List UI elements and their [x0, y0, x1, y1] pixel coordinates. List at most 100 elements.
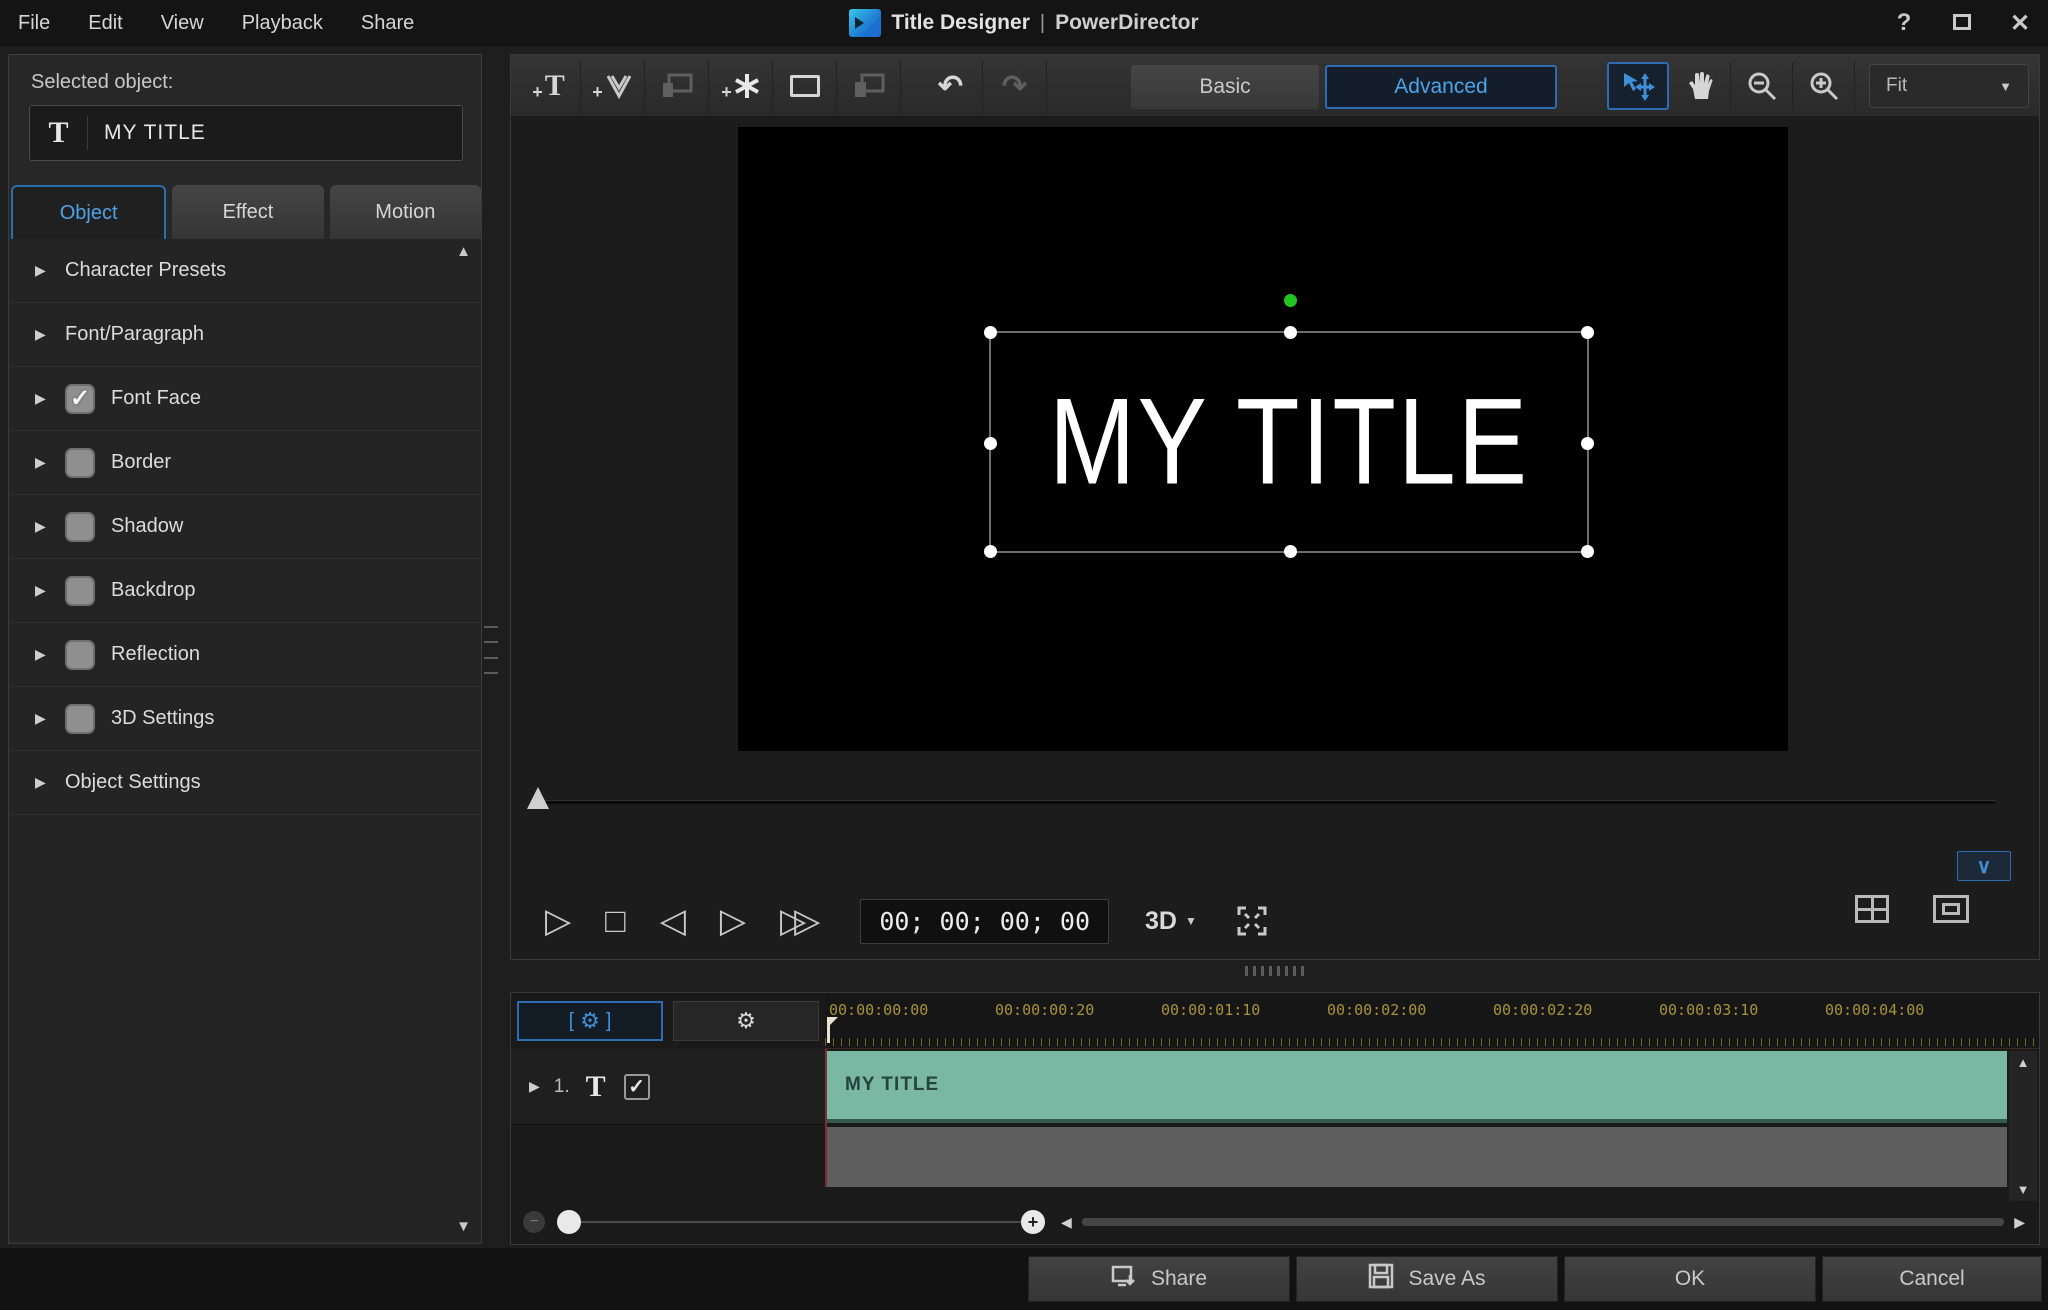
zoom-in-button[interactable] [1793, 62, 1855, 110]
resize-handle-top-center[interactable] [1284, 326, 1297, 339]
section-shadow[interactable]: ▶ ✓ Shadow [11, 495, 481, 559]
reflection-checkbox[interactable]: ✓ [65, 640, 95, 670]
scrollbar-thumb[interactable] [1082, 1218, 2004, 1226]
timeline-splitter-handle[interactable] [1245, 966, 1309, 976]
next-frame-button[interactable]: ▷ [720, 904, 746, 938]
timeline-playhead-flag[interactable] [827, 1017, 837, 1043]
3d-settings-checkbox[interactable]: ✓ [65, 704, 95, 734]
insert-background-button[interactable] [837, 59, 901, 113]
expand-arrow-icon[interactable]: ▶ [35, 710, 65, 727]
timeline-playhead-line[interactable] [825, 1049, 827, 1187]
resize-handle-middle-right[interactable] [1581, 437, 1594, 450]
scroll-right-icon[interactable]: ▶ [2014, 1214, 2025, 1231]
tv-safe-zone-button[interactable] [1933, 895, 1969, 923]
section-backdrop[interactable]: ▶ ✓ Backdrop [11, 559, 481, 623]
expand-arrow-icon[interactable]: ▶ [35, 262, 65, 279]
cancel-button[interactable]: Cancel [1822, 1256, 2042, 1302]
tab-motion[interactable]: Motion [330, 185, 481, 239]
expand-arrow-icon[interactable]: ▶ [35, 326, 65, 343]
expand-arrow-icon[interactable]: ▶ [35, 390, 65, 407]
expand-arrow-icon[interactable]: ▶ [35, 582, 65, 599]
resize-handle-bottom-center[interactable] [1284, 545, 1297, 558]
basic-mode-button[interactable]: Basic [1131, 65, 1319, 109]
ok-button[interactable]: OK [1564, 1256, 1816, 1302]
share-button[interactable]: Share [1028, 1256, 1290, 1302]
panel-scroll-up-icon[interactable]: ▲ [456, 243, 471, 260]
seek-playhead-marker[interactable] [527, 787, 549, 809]
section-font-face[interactable]: ▶ ✓ Font Face [11, 367, 481, 431]
timecode-display[interactable]: 00; 00; 00; 00 [860, 899, 1109, 944]
timeline-horizontal-scrollbar[interactable] [1082, 1218, 2004, 1226]
timeline-zoom-slider-track[interactable] [581, 1221, 1021, 1223]
track-lane-empty[interactable] [827, 1127, 2007, 1187]
expand-arrow-icon[interactable]: ▶ [35, 646, 65, 663]
resize-handle-top-left[interactable] [984, 326, 997, 339]
panel-splitter-handle[interactable] [484, 626, 498, 674]
preview-seek-bar[interactable] [539, 800, 1995, 804]
section-character-presets[interactable]: ▶ Character Presets [11, 239, 481, 303]
insert-wordart-button[interactable]: + [581, 59, 645, 113]
scroll-up-icon[interactable]: ▲ [2009, 1055, 2037, 1070]
backdrop-checkbox[interactable]: ✓ [65, 576, 95, 606]
track-enable-checkbox[interactable]: ✓ [624, 1074, 650, 1100]
scroll-down-icon[interactable]: ▼ [2009, 1182, 2037, 1197]
rotation-handle[interactable] [1284, 294, 1297, 307]
panel-scroll-down-icon[interactable]: ▼ [456, 1218, 471, 1235]
insert-image-button[interactable] [645, 59, 709, 113]
fullscreen-button[interactable] [1237, 906, 1267, 936]
previous-frame-button[interactable]: ◁ [660, 904, 686, 938]
section-3d-settings[interactable]: ▶ ✓ 3D Settings [11, 687, 481, 751]
close-button[interactable]: ✕ [2006, 9, 2034, 38]
stop-button[interactable]: □ [605, 904, 626, 938]
fast-forward-button[interactable]: ▷▷ [780, 904, 808, 938]
scroll-left-icon[interactable]: ◀ [1061, 1214, 1072, 1231]
tab-effect[interactable]: Effect [172, 185, 323, 239]
maximize-button[interactable] [1948, 9, 1976, 37]
advanced-mode-button[interactable]: Advanced [1325, 65, 1557, 109]
panel-collapse-button[interactable]: ∨ [1957, 851, 2011, 881]
help-button[interactable]: ? [1890, 9, 1918, 37]
preview-canvas[interactable]: MY TITLE [738, 127, 1788, 751]
expand-arrow-icon[interactable]: ▶ [35, 774, 65, 791]
resize-handle-middle-left[interactable] [984, 437, 997, 450]
expand-arrow-icon[interactable]: ▶ [35, 518, 65, 535]
3d-mode-dropdown[interactable]: 3D ▼ [1145, 907, 1197, 936]
keyframe-mode-button[interactable]: [ ⚙ ] [517, 1001, 663, 1041]
timeline-zoom-in-button[interactable]: + [1021, 1210, 1045, 1234]
redo-button[interactable]: ↷ [983, 59, 1047, 113]
zoom-out-button[interactable] [1731, 62, 1793, 110]
undo-button[interactable]: ↶ [919, 59, 983, 113]
preview-title-text[interactable]: MY TITLE [991, 313, 1587, 570]
section-reflection[interactable]: ▶ ✓ Reflection [11, 623, 481, 687]
play-button[interactable]: ▷ [545, 904, 571, 938]
timeline-ruler[interactable]: 00:00:00:00 00:00:00:20 00:00:01:10 00:0… [825, 993, 2039, 1049]
insert-text-button[interactable]: + T [517, 59, 581, 113]
add-keyframe-button[interactable]: ⚙ [673, 1001, 819, 1041]
tab-object[interactable]: Object [11, 185, 166, 239]
title-clip[interactable]: MY TITLE [827, 1051, 2007, 1123]
select-move-tool-button[interactable] [1607, 62, 1669, 110]
font-face-checkbox[interactable]: ✓ [65, 384, 95, 414]
title-selection-box[interactable]: MY TITLE [989, 331, 1589, 553]
grid-toggle-button[interactable] [1855, 895, 1889, 923]
timeline-zoom-slider-knob[interactable] [557, 1210, 581, 1234]
section-border[interactable]: ▶ ✓ Border [11, 431, 481, 495]
expand-arrow-icon[interactable]: ▶ [35, 454, 65, 471]
ok-label: OK [1675, 1267, 1705, 1291]
section-object-settings[interactable]: ▶ Object Settings [11, 751, 481, 815]
save-as-button[interactable]: Save As [1296, 1256, 1558, 1302]
resize-handle-top-right[interactable] [1581, 326, 1594, 339]
selected-object-field[interactable]: T MY TITLE [29, 105, 463, 161]
zoom-fit-dropdown[interactable]: Fit ▼ [1869, 64, 2029, 108]
timeline-zoom-out-button[interactable]: − [523, 1211, 545, 1233]
insert-particle-button[interactable]: + [709, 59, 773, 113]
border-checkbox[interactable]: ✓ [65, 448, 95, 478]
insert-shape-button[interactable] [773, 59, 837, 113]
timeline-vertical-scrollbar[interactable]: ▲ ▼ [2009, 1051, 2037, 1201]
shadow-checkbox[interactable]: ✓ [65, 512, 95, 542]
resize-handle-bottom-left[interactable] [984, 545, 997, 558]
pan-tool-button[interactable] [1669, 62, 1731, 110]
section-font-paragraph[interactable]: ▶ Font/Paragraph [11, 303, 481, 367]
resize-handle-bottom-right[interactable] [1581, 545, 1594, 558]
track-expand-arrow-icon[interactable]: ▶ [529, 1078, 540, 1095]
